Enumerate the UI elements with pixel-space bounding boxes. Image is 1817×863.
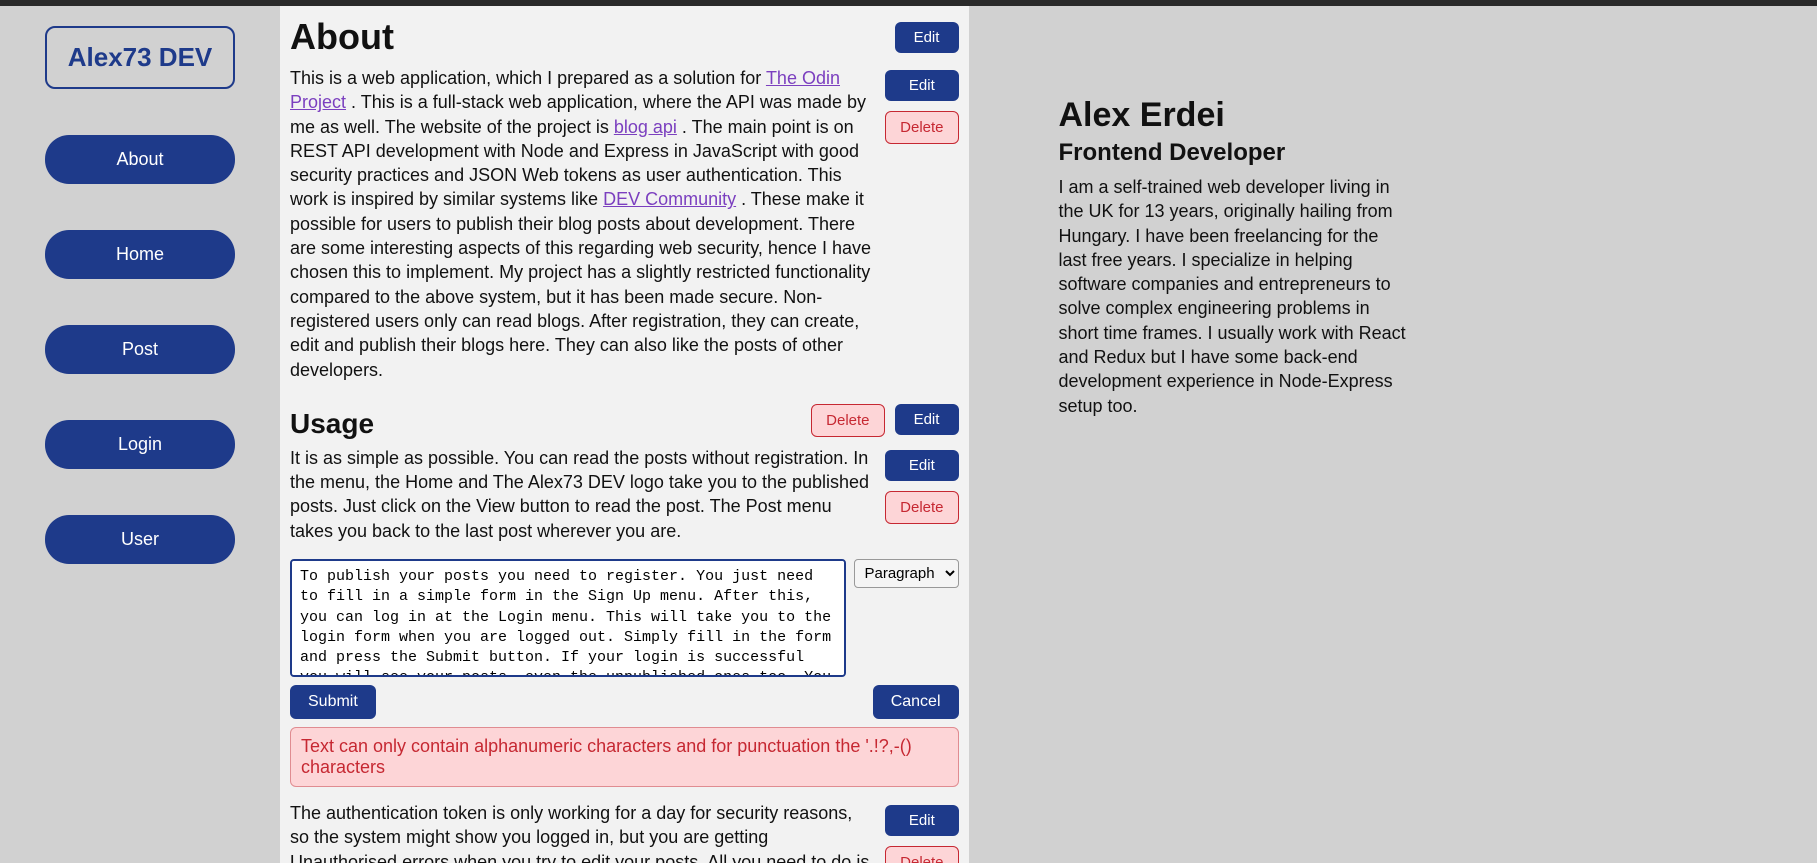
usage-paragraph-1: It is as simple as possible. You can rea… (290, 446, 875, 543)
usage-heading-edit-button[interactable]: Edit (895, 404, 959, 435)
about-paragraph: This is a web application, which I prepa… (290, 66, 875, 382)
usage-p2-edit-button[interactable]: Edit (885, 805, 958, 836)
usage-p1-edit-button[interactable]: Edit (885, 450, 958, 481)
nav-user[interactable]: User (45, 515, 235, 564)
profile-role: Frontend Developer (1059, 139, 1748, 167)
blog-api-link[interactable]: blog api (614, 117, 677, 137)
app-logo[interactable]: Alex73 DEV (45, 26, 235, 89)
block-type-select[interactable]: Paragraph (854, 559, 959, 588)
cancel-button[interactable]: Cancel (873, 685, 959, 719)
about-para-delete-button[interactable]: Delete (885, 111, 958, 144)
about-text-1: This is a web application, which I prepa… (290, 68, 766, 88)
about-heading: About (290, 16, 885, 58)
about-para-edit-button[interactable]: Edit (885, 70, 958, 101)
main-content: About Edit This is a web application, wh… (280, 6, 969, 863)
nav-home[interactable]: Home (45, 230, 235, 279)
profile-panel: Alex Erdei Frontend Developer I am a sel… (969, 6, 1817, 863)
about-text-4: . These make it possible for users to pu… (290, 189, 871, 379)
usage-heading: Usage (290, 408, 801, 440)
nav-about[interactable]: About (45, 135, 235, 184)
block-text-editor[interactable] (290, 559, 846, 677)
nav-post[interactable]: Post (45, 325, 235, 374)
about-heading-edit-button[interactable]: Edit (895, 22, 959, 53)
usage-p2-delete-button[interactable]: Delete (885, 846, 958, 863)
sidebar: Alex73 DEV About Home Post Login User (0, 6, 280, 863)
nav-login[interactable]: Login (45, 420, 235, 469)
usage-heading-delete-button[interactable]: Delete (811, 404, 884, 437)
validation-error-message: Text can only contain alphanumeric chara… (290, 727, 959, 787)
dev-community-link[interactable]: DEV Community (603, 189, 736, 209)
usage-paragraph-2: The authentication token is only working… (290, 801, 875, 863)
profile-bio: I am a self-trained web developer living… (1059, 175, 1409, 418)
submit-button[interactable]: Submit (290, 685, 376, 719)
profile-name: Alex Erdei (1059, 96, 1748, 135)
usage-p1-delete-button[interactable]: Delete (885, 491, 958, 524)
